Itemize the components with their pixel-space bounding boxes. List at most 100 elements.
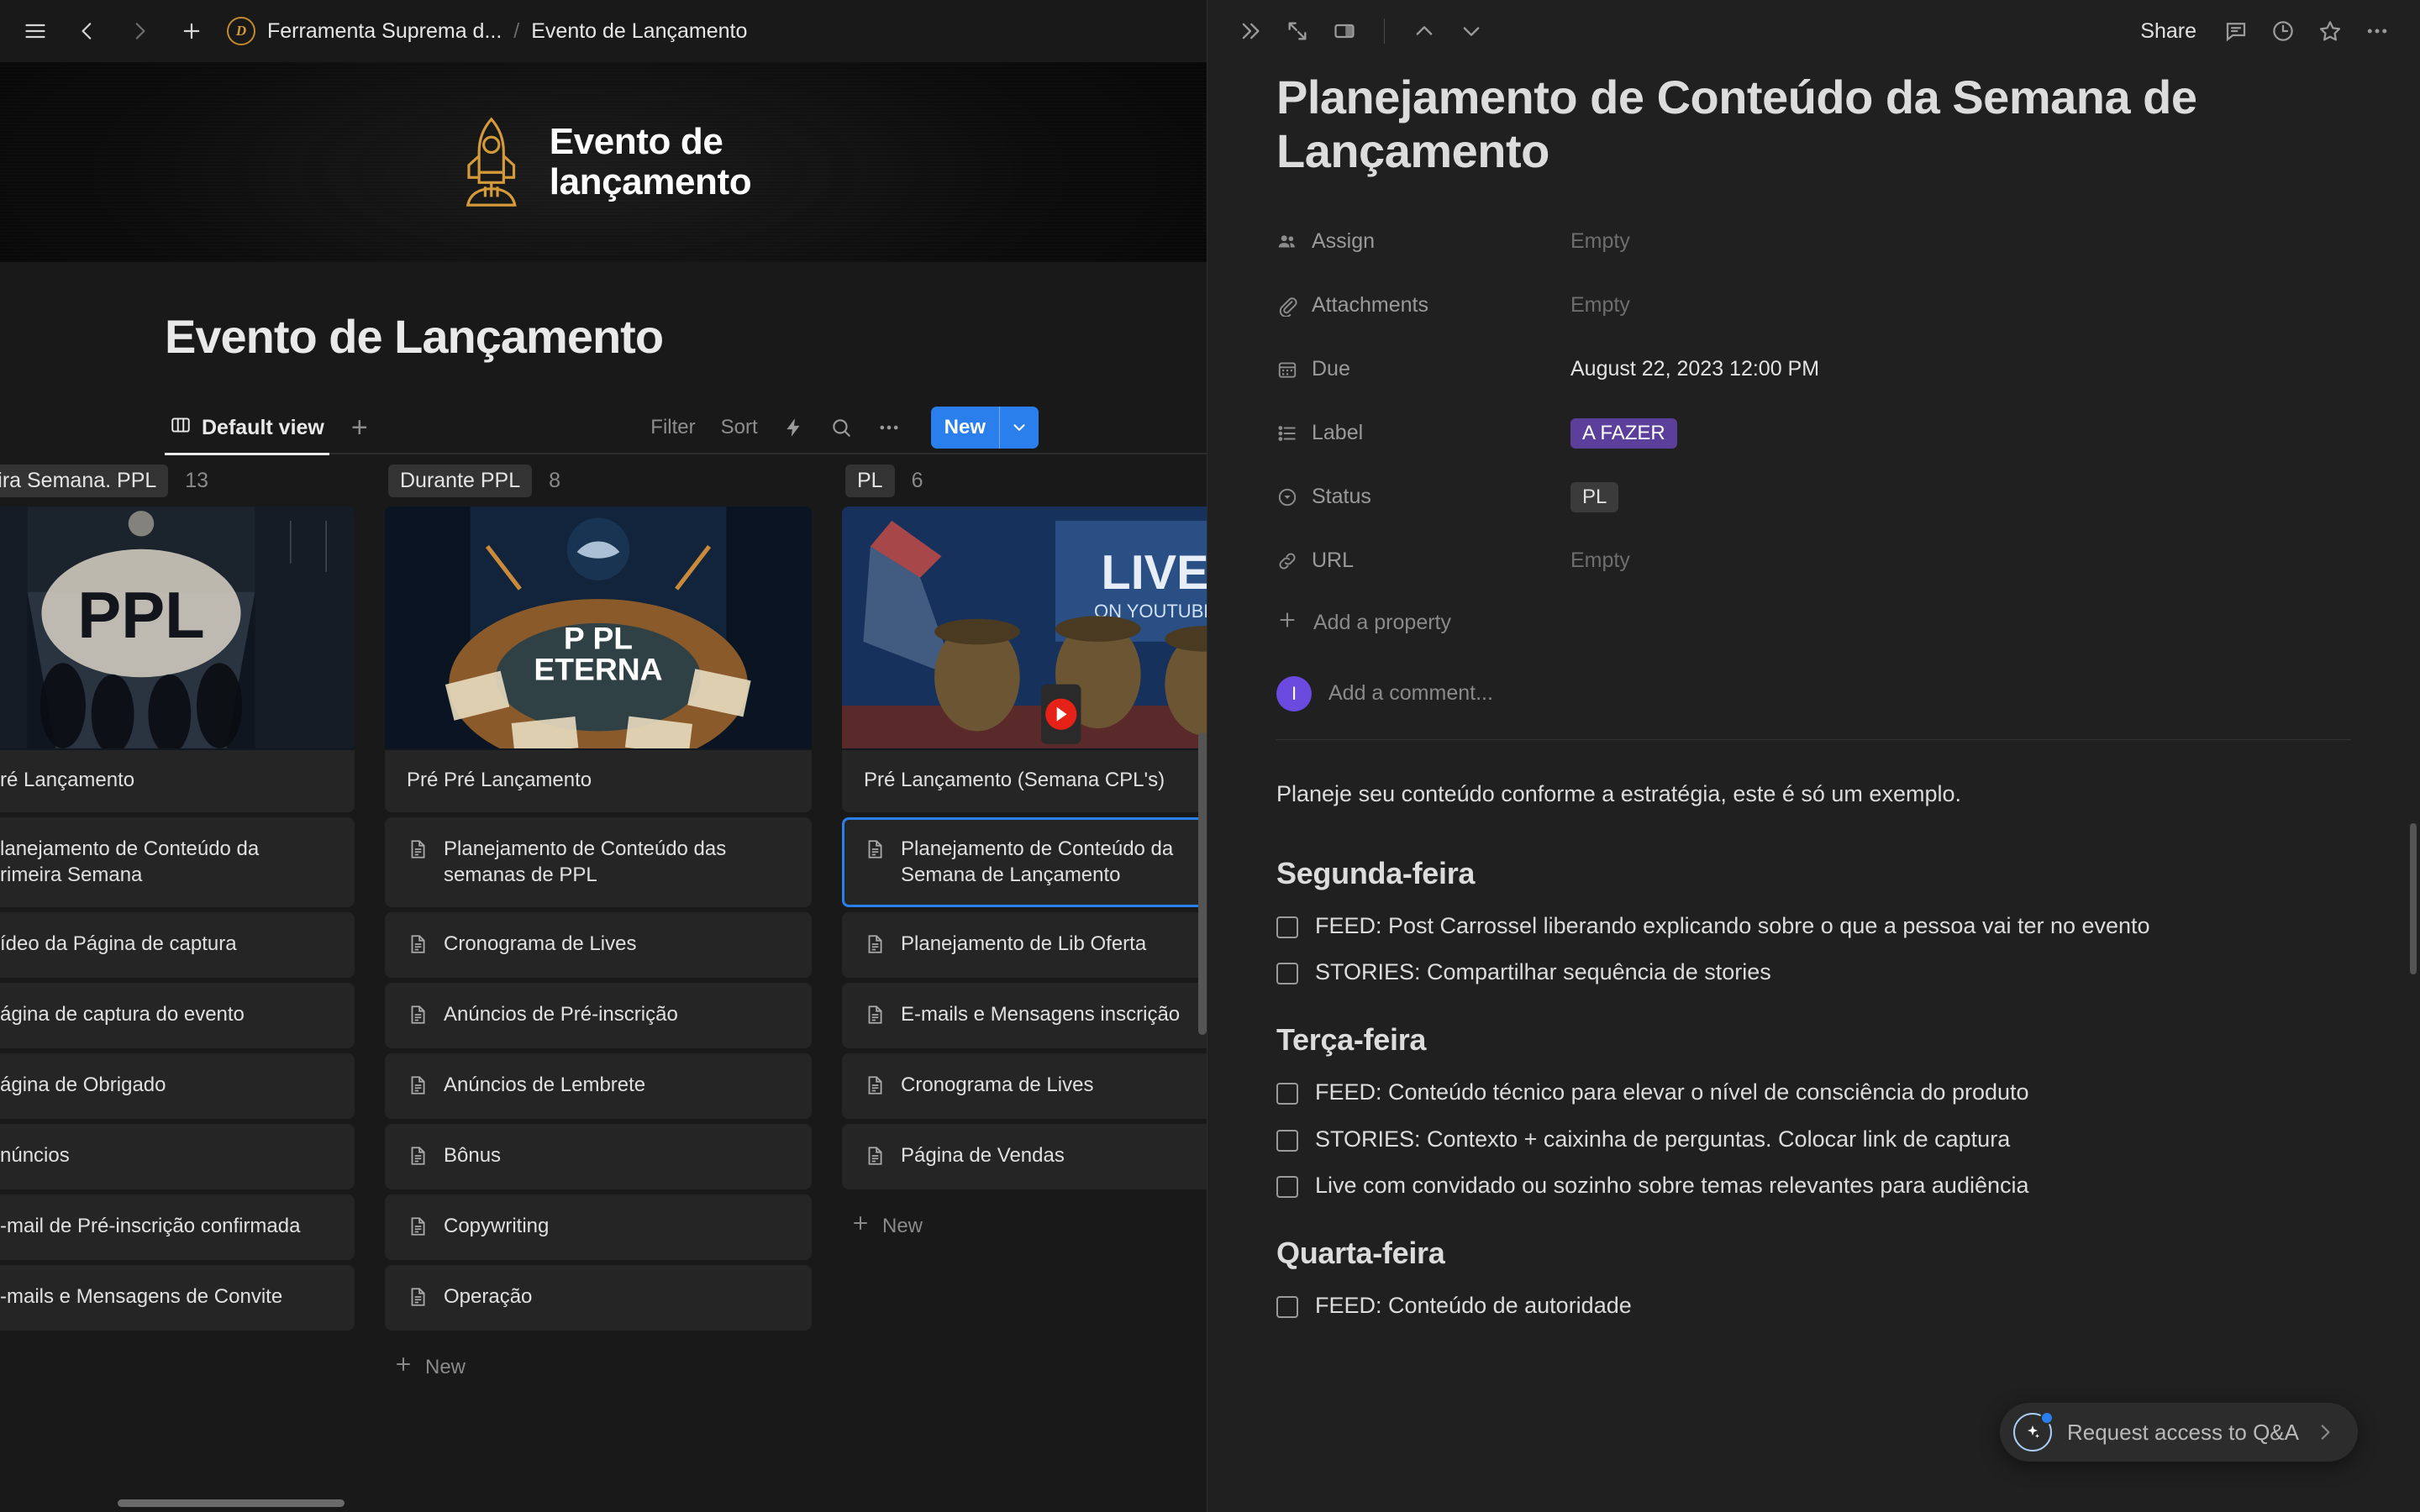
card[interactable]: Cronograma de Lives: [842, 1053, 1207, 1120]
card[interactable]: Copywriting: [385, 1194, 812, 1261]
request-access-qa-button[interactable]: Request access to Q&A: [1999, 1403, 2358, 1462]
chevron-right-icon[interactable]: [2314, 1421, 2336, 1443]
checkbox[interactable]: [1276, 963, 1298, 985]
add-card-button[interactable]: New: [385, 1336, 812, 1399]
card[interactable]: Bônus: [385, 1124, 812, 1190]
more-options-ellipsis-icon[interactable]: [877, 416, 901, 439]
board-columns-scroll-area[interactable]: Primeira Semana. PPL 13: [0, 454, 1207, 1512]
card[interactable]: Pré Lançamento (Semana CPL's): [842, 750, 1207, 812]
breadcrumb-workspace[interactable]: Ferramenta Suprema d...: [267, 19, 502, 44]
checkbox[interactable]: [1276, 1175, 1298, 1198]
new-page-plus-icon[interactable]: [175, 14, 208, 48]
checkbox[interactable]: [1276, 916, 1298, 939]
card-title: Planejamento de Lib Oferta: [901, 932, 1147, 956]
todo-item[interactable]: Live com convidado ou sozinho sobre tema…: [1276, 1169, 2351, 1202]
property-value[interactable]: Empty: [1570, 549, 1630, 573]
document-icon: [864, 838, 886, 864]
property-label[interactable]: URL: [1276, 549, 1570, 573]
document-icon: [864, 1074, 886, 1100]
card-with-cover[interactable]: LIVE ON YOUTUBE Pré Lançamento (Semana C…: [842, 507, 1207, 812]
card[interactable]: E-mail de Pré-inscrição confirmada: [0, 1194, 355, 1261]
detail-panel: Share Planejamento de Conteúdo da Semana…: [1207, 0, 2420, 1512]
share-button[interactable]: Share: [2128, 19, 2208, 44]
add-card-button[interactable]: New: [842, 1194, 1207, 1257]
side-peek-icon[interactable]: [1325, 12, 1364, 50]
search-icon[interactable]: [830, 417, 852, 438]
card[interactable]: Anúncios: [0, 1124, 355, 1190]
detail-vertical-scrollbar[interactable]: [2410, 823, 2417, 974]
breadcrumb-page[interactable]: Evento de Lançamento: [531, 19, 747, 44]
card[interactable]: Anúncios de Pré-inscrição: [385, 983, 812, 1049]
favorite-star-icon[interactable]: [2311, 12, 2349, 50]
property-label[interactable]: Status: [1276, 485, 1570, 509]
card[interactable]: Página de Obrigado: [0, 1053, 355, 1120]
card[interactable]: Anúncios de Lembrete: [385, 1053, 812, 1120]
forward-chevron-right-icon[interactable]: [123, 14, 156, 48]
card[interactable]: Página de captura do evento: [0, 983, 355, 1049]
card[interactable]: Cronograma de Lives: [385, 912, 812, 979]
previous-chevron-up-icon[interactable]: [1405, 12, 1444, 50]
card[interactable]: Planejamento de Conteúdo das semanas de …: [385, 816, 812, 908]
new-button[interactable]: New: [930, 407, 1039, 449]
todo-item[interactable]: FEED: Conteúdo técnico para elevar o nív…: [1276, 1076, 2351, 1109]
todo-item[interactable]: FEED: Conteúdo de autoridade: [1276, 1289, 2351, 1322]
clock-history-icon[interactable]: [2264, 12, 2302, 50]
double-chevron-right-icon[interactable]: [1231, 12, 1270, 50]
comment-icon[interactable]: [2217, 12, 2255, 50]
expand-diagonal-icon[interactable]: [1278, 12, 1317, 50]
comment-input-placeholder[interactable]: Add a comment...: [1328, 681, 1493, 706]
property-value[interactable]: A FAZER: [1570, 417, 1677, 449]
card[interactable]: Operação: [385, 1265, 812, 1331]
status-badge-label: A FAZER: [1570, 417, 1677, 449]
card[interactable]: Planejamento de Lib Oferta: [842, 912, 1207, 979]
column-name-chip[interactable]: Primeira Semana. PPL: [0, 464, 169, 497]
new-button-label: New: [944, 416, 986, 438]
property-label[interactable]: Label: [1276, 421, 1570, 445]
card[interactable]: Vídeo da Página de captura: [0, 912, 355, 979]
detail-scroll-area[interactable]: Planejamento de Conteúdo da Semana de La…: [1207, 62, 2420, 1512]
card-with-cover[interactable]: P PL ETERNA Pré Pré Lançamento: [385, 507, 812, 812]
lightning-icon[interactable]: [783, 417, 805, 438]
todo-item[interactable]: STORIES: Compartilhar sequência de stori…: [1276, 956, 2351, 989]
board-horizontal-scrollbar[interactable]: [118, 1499, 345, 1507]
checkbox[interactable]: [1276, 1295, 1298, 1318]
property-value[interactable]: Empty: [1570, 229, 1630, 254]
card[interactable]: Página de Vendas: [842, 1124, 1207, 1190]
add-property-button[interactable]: Add a property: [1276, 593, 2351, 654]
column-name-chip[interactable]: PL: [845, 464, 895, 497]
board-column-primeira-semana-ppl: Primeira Semana. PPL 13: [0, 454, 355, 1399]
property-value[interactable]: PL: [1570, 481, 1619, 512]
property-label[interactable]: Due: [1276, 357, 1570, 381]
property-label[interactable]: Attachments: [1276, 293, 1570, 318]
checkbox[interactable]: [1276, 1083, 1298, 1105]
document-icon: [407, 1074, 429, 1100]
card-with-cover[interactable]: PPL ré Lançamento: [0, 507, 355, 812]
new-button-chevron-down-icon[interactable]: [1000, 407, 1039, 449]
todo-item[interactable]: FEED: Post Carrossel liberando explicand…: [1276, 910, 2351, 942]
tab-default-view[interactable]: Default view: [165, 402, 329, 455]
property-value[interactable]: Empty: [1570, 293, 1630, 318]
sort-button[interactable]: Sort: [721, 416, 758, 439]
add-view-plus-icon[interactable]: +: [351, 413, 368, 442]
content-divider: [1276, 738, 2351, 740]
next-chevron-down-icon[interactable]: [1452, 12, 1491, 50]
checkbox[interactable]: [1276, 1129, 1298, 1152]
card[interactable]: E-mails e Mensagens inscrição: [842, 983, 1207, 1049]
card[interactable]: Planejamento de Conteúdo da Primeira Sem…: [0, 816, 355, 908]
top-navigation-bar: D Ferramenta Suprema d... / Evento de La…: [0, 0, 1207, 62]
board-vertical-scrollbar[interactable]: [1198, 732, 1207, 1035]
filter-button[interactable]: Filter: [650, 416, 695, 439]
property-label[interactable]: Assign: [1276, 229, 1570, 254]
column-name-chip[interactable]: Durante PPL: [388, 464, 533, 497]
card[interactable]: Pré Pré Lançamento: [0, 750, 355, 812]
card[interactable]: E-mails e Mensagens de Convite: [0, 1265, 355, 1331]
hamburger-menu-icon[interactable]: [18, 14, 52, 48]
back-chevron-left-icon[interactable]: [71, 14, 104, 48]
todo-item[interactable]: STORIES: Contexto + caixinha de pergunta…: [1276, 1123, 2351, 1156]
card-selected[interactable]: Planejamento de Conteúdo da Semana de La…: [842, 816, 1207, 908]
more-options-ellipsis-icon[interactable]: [2358, 12, 2396, 50]
comment-composer[interactable]: I Add a comment...: [1276, 654, 2351, 734]
card[interactable]: Pré Pré Lançamento: [385, 750, 812, 812]
column-cards: PPL ré Lançamento Planejamento de Conteú…: [0, 507, 355, 1331]
property-value-due-date[interactable]: August 22, 2023 12:00 PM: [1570, 357, 1819, 381]
